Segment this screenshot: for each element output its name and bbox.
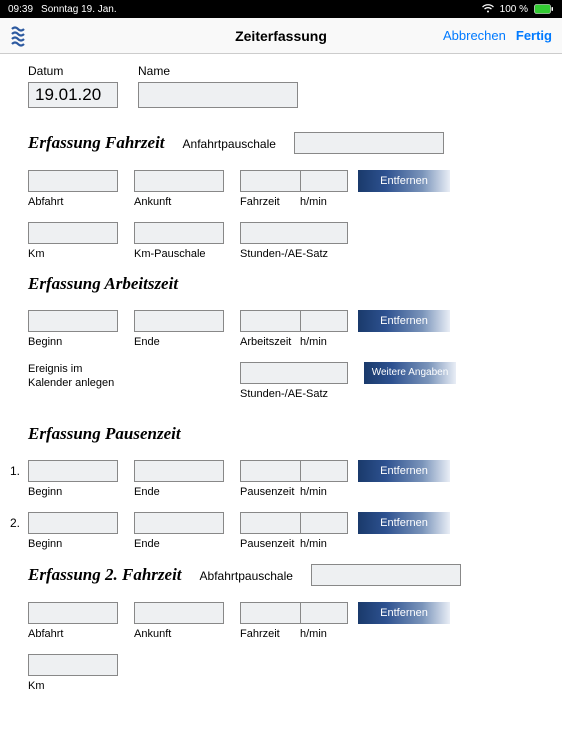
- pause2-ende-input[interactable]: [134, 512, 224, 534]
- status-time: 09:39: [8, 4, 33, 15]
- section-fahrzeit2-title: Erfassung 2. Fahrzeit: [28, 565, 182, 585]
- abfahrtpauschale-input[interactable]: [311, 564, 461, 586]
- fahrzeit-dauer-input[interactable]: [240, 170, 300, 192]
- fahrzeit2-hmin-label: h/min: [300, 628, 348, 640]
- fahrzeit2-dauer-label: Fahrzeit: [240, 628, 300, 640]
- anfahrtpauschale-input[interactable]: [294, 132, 444, 154]
- pause1-beginn-input[interactable]: [28, 460, 118, 482]
- cancel-button[interactable]: Abbrechen: [443, 28, 506, 43]
- fahrzeit-abfahrt-input[interactable]: [28, 170, 118, 192]
- beginn-label: Beginn: [28, 336, 118, 348]
- name-input[interactable]: [138, 82, 298, 108]
- nav-bar: Zeiterfassung Abbrechen Fertig: [0, 18, 562, 54]
- pause1-beginn-label: Beginn: [28, 486, 118, 498]
- app-logo-icon: [10, 25, 36, 47]
- done-button[interactable]: Fertig: [516, 28, 552, 43]
- fahrzeit2-km-input[interactable]: [28, 654, 118, 676]
- pause2-remove-button[interactable]: Entfernen: [358, 512, 450, 534]
- pause2-ende-label: Ende: [134, 538, 224, 550]
- fahrzeit-label: Fahrzeit: [240, 196, 300, 208]
- arbeit-remove-button[interactable]: Entfernen: [358, 310, 450, 332]
- battery-icon: [534, 4, 554, 15]
- ende-label: Ende: [134, 336, 224, 348]
- kmpauschale-label: Km-Pauschale: [134, 248, 224, 260]
- section-fahrzeit-title: Erfassung Fahrzeit: [28, 133, 165, 153]
- fahrzeit2-abfahrt-input[interactable]: [28, 602, 118, 624]
- hmin-label-2: h/min: [300, 336, 348, 348]
- status-date: Sonntag 19. Jan.: [41, 4, 117, 15]
- pause2-hmin-label: h/min: [300, 538, 348, 550]
- hmin-label: h/min: [300, 196, 348, 208]
- arbeit-dauer-input[interactable]: [240, 310, 300, 332]
- fahrzeit2-dauer-input[interactable]: [240, 602, 300, 624]
- satz-label: Stunden-/AE-Satz: [240, 248, 348, 260]
- abfahrt-label: Abfahrt: [28, 196, 118, 208]
- pause2-dauer-label: Pausenzeit: [240, 538, 300, 550]
- section-arbeitszeit-title: Erfassung Arbeitszeit: [28, 274, 544, 294]
- wifi-icon: [482, 4, 494, 15]
- pause1-hmin-input[interactable]: [300, 460, 348, 482]
- km-label: Km: [28, 248, 118, 260]
- fahrzeit-satz-input[interactable]: [240, 222, 348, 244]
- pause1-ende-input[interactable]: [134, 460, 224, 482]
- abfahrtpauschale-label: Abfahrtpauschale: [200, 569, 293, 583]
- fahrzeit2-km-label: Km: [28, 680, 118, 692]
- fahrzeit-km-input[interactable]: [28, 222, 118, 244]
- pause2-hmin-input[interactable]: [300, 512, 348, 534]
- arbeitszeit-label: Arbeitszeit: [240, 336, 300, 348]
- ankunft-label: Ankunft: [134, 196, 224, 208]
- pause1-dauer-label: Pausenzeit: [240, 486, 300, 498]
- datum-label: Datum: [28, 64, 118, 78]
- arbeit-hmin-input[interactable]: [300, 310, 348, 332]
- fahrzeit-kmpauschale-input[interactable]: [134, 222, 224, 244]
- arbeit-beginn-input[interactable]: [28, 310, 118, 332]
- calendar-note[interactable]: Ereignis im Kalender anlegen: [28, 362, 118, 391]
- pause2-beginn-label: Beginn: [28, 538, 118, 550]
- pause1-hmin-label: h/min: [300, 486, 348, 498]
- pause1-remove-button[interactable]: Entfernen: [358, 460, 450, 482]
- fahrzeit2-remove-button[interactable]: Entfernen: [358, 602, 450, 624]
- section-pausenzeit-title: Erfassung Pausenzeit: [28, 424, 544, 444]
- pause1-dauer-input[interactable]: [240, 460, 300, 482]
- pause2-dauer-input[interactable]: [240, 512, 300, 534]
- pause2-beginn-input[interactable]: [28, 512, 118, 534]
- fahrzeit-hmin-input[interactable]: [300, 170, 348, 192]
- pause-row-num-1: 1.: [10, 464, 20, 478]
- fahrzeit-remove-button[interactable]: Entfernen: [358, 170, 450, 192]
- weitere-angaben-button[interactable]: Weitere Angaben: [364, 362, 456, 384]
- name-label: Name: [138, 64, 298, 78]
- fahrzeit2-hmin-input[interactable]: [300, 602, 348, 624]
- pause1-ende-label: Ende: [134, 486, 224, 498]
- arbeit-ende-input[interactable]: [134, 310, 224, 332]
- arbeit-satz-input[interactable]: [240, 362, 348, 384]
- status-bar: 09:39 Sonntag 19. Jan. 100 %: [0, 0, 562, 18]
- datum-input[interactable]: [28, 82, 118, 108]
- fahrzeit-ankunft-input[interactable]: [134, 170, 224, 192]
- battery-pct: 100 %: [500, 4, 528, 15]
- anfahrtpauschale-label: Anfahrtpauschale: [183, 137, 276, 151]
- fahrzeit2-abfahrt-label: Abfahrt: [28, 628, 118, 640]
- form-content: Datum Name Erfassung Fahrzeit Anfahrtpau…: [0, 54, 562, 750]
- pause-row-num-2: 2.: [10, 516, 20, 530]
- fahrzeit2-ankunft-label: Ankunft: [134, 628, 224, 640]
- arbeit-satz-label: Stunden-/AE-Satz: [240, 388, 348, 400]
- fahrzeit2-ankunft-input[interactable]: [134, 602, 224, 624]
